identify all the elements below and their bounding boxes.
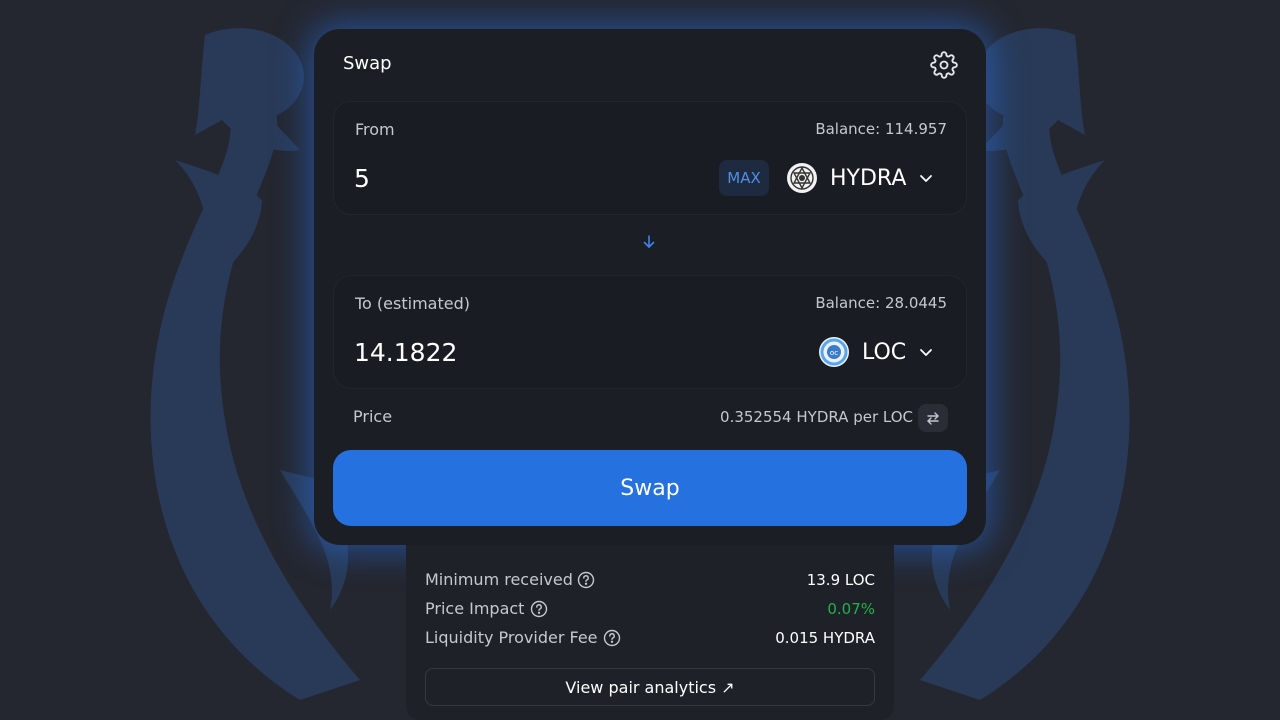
lp-fee-value: 0.015 HYDRA [775,629,875,647]
to-label: To (estimated) [355,294,470,313]
price-value: 0.352554 HYDRA per LOC [720,408,913,426]
chevron-down-icon [920,175,933,182]
minimum-received-label: Minimum received [425,570,573,589]
lp-fee-label: Liquidity Provider Fee [425,628,598,647]
max-button[interactable]: MAX [719,160,769,196]
invert-price-button[interactable] [918,404,948,432]
minimum-received-value: 13.9 LOC [806,571,875,589]
swap-button[interactable]: Swap [333,450,967,526]
price-label: Price [353,407,393,426]
from-token-name: HYDRA [830,165,907,191]
chevron-down-icon [920,349,933,356]
price-impact-row: Price Impact 0.07% [425,597,875,621]
arrow-down-icon[interactable] [641,234,657,250]
from-balance: Balance: 114.957 [815,120,947,138]
to-amount-input[interactable] [354,332,694,372]
from-amount-input[interactable] [354,158,694,198]
trade-details-panel: Minimum received 13.9 LOC Price Impact 0… [406,545,894,720]
view-pair-analytics-link[interactable]: View pair analytics ↗ [425,668,875,706]
to-token-select[interactable]: oc LOC [818,334,934,370]
price-impact-label: Price Impact [425,599,525,618]
to-token-name: LOC [862,339,907,365]
price-impact-value: 0.07% [827,600,875,618]
to-panel: To (estimated) Balance: 28.0445 oc LOC [333,275,967,389]
help-icon[interactable] [577,571,595,589]
swap-card: Swap From Balance: 114.957 MAX HYDRA To … [314,29,986,545]
swap-arrows-icon [927,412,939,425]
minimum-received-row: Minimum received 13.9 LOC [425,568,875,592]
from-panel: From Balance: 114.957 MAX HYDRA [333,101,967,215]
gear-icon[interactable] [930,51,958,79]
swap-card-title: Swap [343,53,392,74]
to-balance: Balance: 28.0445 [815,294,947,312]
hydra-token-icon [787,163,817,193]
svg-text:oc: oc [830,349,838,357]
from-token-select[interactable]: HYDRA [786,160,934,196]
help-icon[interactable] [530,600,548,618]
lp-fee-row: Liquidity Provider Fee 0.015 HYDRA [425,626,875,650]
from-label: From [355,120,395,139]
loc-token-icon: oc [819,337,849,367]
help-icon[interactable] [603,629,621,647]
